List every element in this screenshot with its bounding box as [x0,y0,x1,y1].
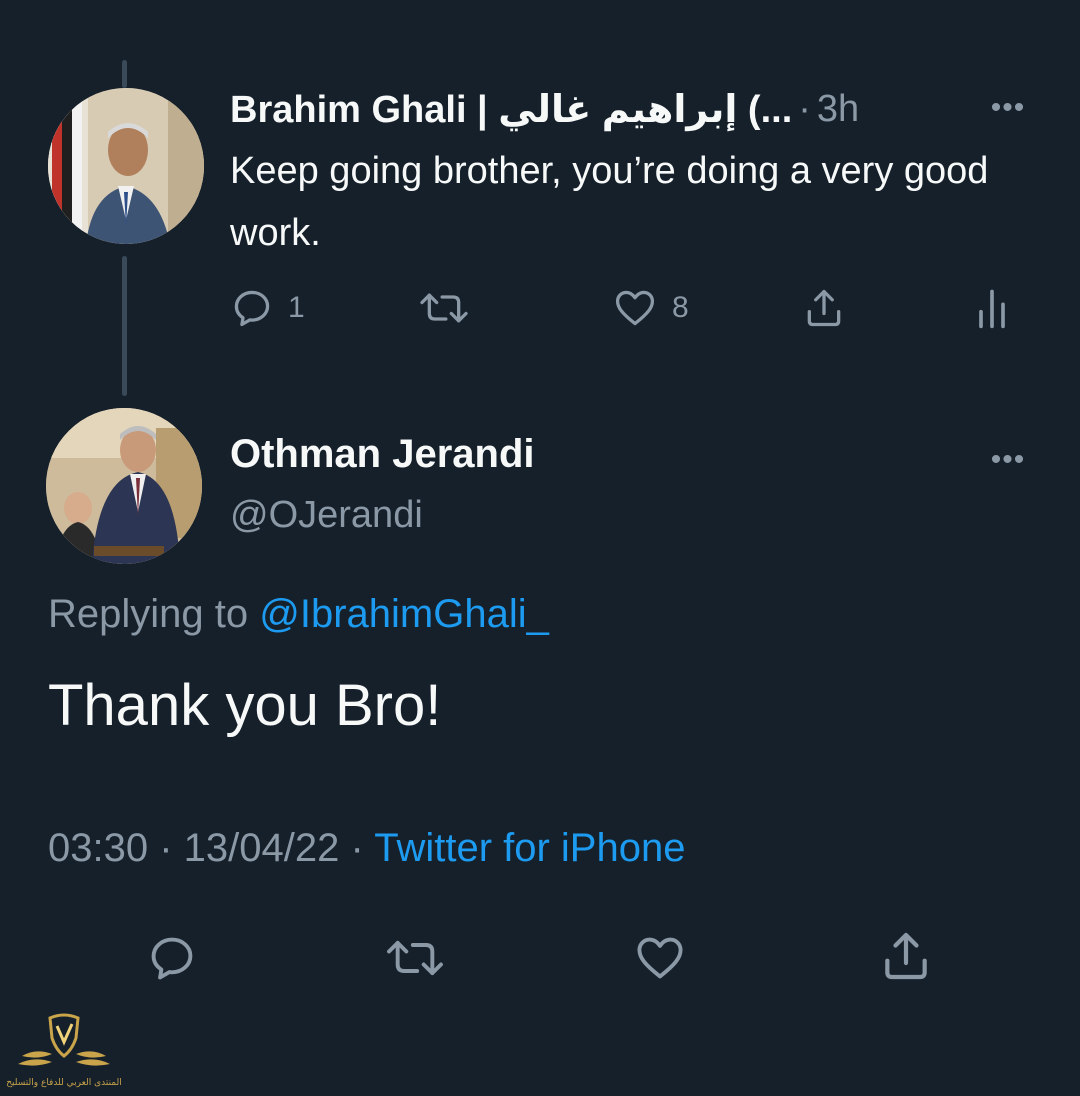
retweet-button[interactable] [418,286,470,330]
tweet-time[interactable]: 03:30 [48,826,148,870]
retweet-button[interactable] [384,932,446,984]
replying-to: Replying to @IbrahimGhali_ [48,592,549,637]
more-icon: ••• [990,443,1026,476]
separator-dot: · [159,826,184,870]
share-icon [807,289,841,327]
retweet-icon [420,293,468,323]
more-icon: ••• [990,91,1026,124]
shield-wings-logo-icon [18,1013,110,1066]
reply-timestamp[interactable]: 3h [817,88,859,131]
tweet-date[interactable]: 13/04/22 [184,826,340,870]
tweet-text: Thank you Bro! [48,673,442,738]
avatar-photo [48,88,204,244]
like-button[interactable]: 8 [612,286,689,330]
watermark-text: المنتدى العربي للدفاع والتسليح [6,1078,122,1088]
tweet-thread: Brahim Ghali | إبراهيم غالي (... · 3h ••… [0,0,1080,1096]
like-count: 8 [672,291,689,324]
tweet-metadata: 03:30 · 13/04/22 · Twitter for iPhone [48,826,685,871]
more-options-button[interactable]: ••• [978,88,1038,128]
forum-watermark: المنتدى العربي للدفاع والتسليح [4,1010,124,1094]
reply-button[interactable] [146,932,198,984]
share-button[interactable] [802,286,846,330]
avatar-othman-jerandi[interactable] [46,408,202,564]
replying-to-label: Replying to [48,592,249,636]
reply-icon [151,937,193,980]
separator-dot: · [798,87,811,130]
analytics-icon [979,289,1005,329]
share-button[interactable] [878,928,934,984]
thread-connector-top [122,60,127,88]
thread-connector [122,256,127,396]
reply-author-name[interactable]: Brahim Ghali | إبراهيم غالي (... [230,87,792,132]
reply-tweet-header: Brahim Ghali | إبراهيم غالي (... · 3h [230,84,940,134]
replying-to-mention[interactable]: @IbrahimGhali_ [259,592,549,636]
separator-dot: · [350,826,375,870]
author-handle[interactable]: @OJerandi [230,494,423,537]
share-icon [885,932,927,980]
tweet-source-link[interactable]: Twitter for iPhone [374,826,685,870]
like-button[interactable] [632,932,688,984]
reply-count: 1 [288,291,305,324]
more-options-button[interactable]: ••• [978,440,1038,480]
reply-icon [234,290,270,327]
avatar-brahim-ghali[interactable] [48,88,204,244]
analytics-button[interactable] [972,286,1012,330]
reply-button[interactable]: 1 [230,286,305,330]
retweet-icon [387,940,443,976]
reply-tweet-text: Keep going brother, you’re doing a very … [230,150,989,254]
avatar-photo [46,408,202,564]
author-name[interactable]: Othman Jerandi [230,432,535,477]
heart-icon [615,290,655,326]
heart-icon [637,937,683,979]
